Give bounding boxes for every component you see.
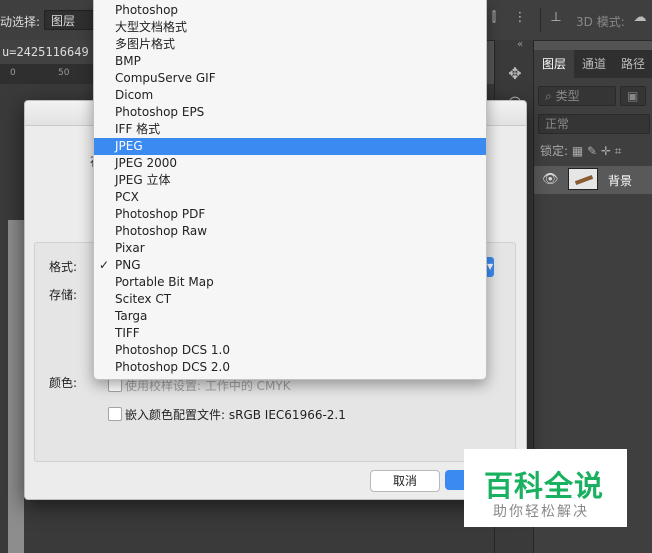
format-option[interactable]: ✓ PNG xyxy=(94,257,486,274)
format-option[interactable]: Portable Bit Map xyxy=(94,274,486,291)
format-option-label: Targa xyxy=(115,309,148,323)
lock-position-icon[interactable]: ✛ xyxy=(601,144,615,158)
format-option-label: Photoshop xyxy=(115,3,179,17)
format-option[interactable]: Photoshop PDF xyxy=(94,206,486,223)
format-option-label: Photoshop EPS xyxy=(115,105,205,119)
filter-kind-label: 类型 xyxy=(555,89,580,103)
format-option[interactable]: 多图片格式 xyxy=(94,36,486,53)
lock-transparent-icon[interactable]: ▦ xyxy=(572,144,587,158)
watermark-subtitle: 助你轻松解决 xyxy=(493,504,589,520)
watermark-title: 百科全说 xyxy=(484,469,605,503)
image-canvas xyxy=(8,220,24,553)
tab-layers[interactable]: 图层 xyxy=(534,50,574,78)
embed-profile-checkbox[interactable] xyxy=(108,407,122,421)
rotate-3d-icon[interactable]: ☁ xyxy=(632,10,648,28)
format-option-label: 多图片格式 xyxy=(115,37,176,51)
checkmark-icon: ✓ xyxy=(99,258,110,272)
format-option-label: Portable Bit Map xyxy=(115,275,214,289)
lock-row: 锁定: ▦ ✎ ✛ ⌗ xyxy=(540,142,622,159)
format-option-label: Dicom xyxy=(115,88,154,102)
tab-channels[interactable]: 通道 xyxy=(574,50,614,78)
layer-thumbnail xyxy=(568,168,598,190)
format-option[interactable]: Targa xyxy=(94,308,486,325)
distribute-icon[interactable]: ⋮ xyxy=(512,10,528,28)
format-option-label: CompuServe GIF xyxy=(115,71,216,85)
lock-label: 锁定: xyxy=(540,144,569,158)
watermark: 百科全说 助你轻松解决 xyxy=(464,449,627,527)
format-option-label: TIFF xyxy=(115,326,140,340)
lock-paint-icon[interactable]: ✎ xyxy=(587,144,601,158)
ruler-tick: 50 xyxy=(58,68,70,78)
collapse-panels-icon[interactable]: « xyxy=(517,39,523,50)
format-option-label: Photoshop PDF xyxy=(115,207,206,221)
puzzle-icon[interactable]: ✥ xyxy=(505,64,525,84)
panel-tabs: 图层 通道 路径 xyxy=(534,50,652,78)
mode-3d-label: 3D 模式: xyxy=(576,15,625,29)
format-option[interactable]: Pixar xyxy=(94,240,486,257)
format-option-label: PCX xyxy=(115,190,139,204)
format-option-label: JPEG 立体 xyxy=(115,173,171,187)
ruler-tick: 0 xyxy=(10,68,16,78)
format-option[interactable]: Photoshop EPS xyxy=(94,104,486,121)
align-left-icon[interactable]: ⫿ xyxy=(486,10,502,28)
auto-select-dropdown[interactable]: 图层 xyxy=(44,10,94,30)
format-dropdown-menu: Photoshop 大型文档格式 多图片格式 BMP CompuServe GIF Dic… xyxy=(93,0,487,380)
embed-profile-label: 嵌入颜色配置文件: sRGB IEC61966-2.1 xyxy=(125,408,346,422)
format-option[interactable]: Photoshop xyxy=(94,2,486,19)
format-option-label: IFF 格式 xyxy=(115,122,161,136)
toolbar-divider xyxy=(540,8,541,32)
format-option[interactable]: JPEG xyxy=(94,138,486,155)
auto-select-label: 动选择: xyxy=(0,15,41,29)
storage-label: 存储: xyxy=(49,288,78,302)
layer-filter-dropdown[interactable]: ⌕ 类型 xyxy=(538,86,616,106)
format-option-label: JPEG 2000 xyxy=(115,156,178,170)
visibility-eye-icon[interactable]: 👁 xyxy=(542,172,559,187)
horizontal-ruler: 0 50 xyxy=(0,64,100,85)
format-option[interactable]: TIFF xyxy=(94,325,486,342)
format-option-label: JPEG xyxy=(115,139,143,153)
format-option-label: Photoshop Raw xyxy=(115,224,208,238)
proof-setup-checkbox[interactable] xyxy=(108,378,122,392)
format-option[interactable]: PCX xyxy=(94,189,486,206)
lock-artboard-icon[interactable]: ⌗ xyxy=(615,144,622,158)
format-option[interactable]: Photoshop Raw xyxy=(94,223,486,240)
format-option-label: Pixar xyxy=(115,241,145,255)
tab-paths[interactable]: 路径 xyxy=(614,50,652,78)
format-option[interactable]: Scitex CT xyxy=(94,291,486,308)
format-option[interactable]: Dicom xyxy=(94,87,486,104)
format-option-label: 大型文档格式 xyxy=(115,20,188,34)
format-option-label: Photoshop DCS 1.0 xyxy=(115,343,230,357)
cancel-button[interactable]: 取消 xyxy=(370,470,440,492)
format-option[interactable]: CompuServe GIF xyxy=(94,70,486,87)
format-option-label: BMP xyxy=(115,54,141,68)
blend-mode-dropdown[interactable]: 正常 xyxy=(538,114,650,134)
layer-row[interactable]: 👁 背景 xyxy=(534,166,652,194)
layer-name: 背景 xyxy=(608,174,633,188)
format-option[interactable]: Photoshop DCS 1.0 xyxy=(94,342,486,359)
image-filter-icon[interactable]: ▣ xyxy=(620,86,646,106)
format-label: 格式: xyxy=(49,260,78,274)
format-option[interactable]: IFF 格式 xyxy=(94,121,486,138)
format-option-label: PNG xyxy=(115,258,141,272)
format-option-label: Photoshop DCS 2.0 xyxy=(115,360,230,374)
format-option[interactable]: BMP xyxy=(94,53,486,70)
format-option[interactable]: Photoshop DCS 2.0 xyxy=(94,359,486,376)
align-bottom-icon[interactable]: ⊥ xyxy=(548,10,564,28)
search-icon: ⌕ xyxy=(545,89,552,103)
format-option[interactable]: JPEG 2000 xyxy=(94,155,486,172)
color-label: 颜色: xyxy=(49,376,78,390)
document-tab[interactable]: u=2425116649 xyxy=(0,40,100,64)
format-option[interactable]: JPEG 立体 xyxy=(94,172,486,189)
format-option-label: Scitex CT xyxy=(115,292,172,306)
format-option[interactable]: 大型文档格式 xyxy=(94,19,486,36)
